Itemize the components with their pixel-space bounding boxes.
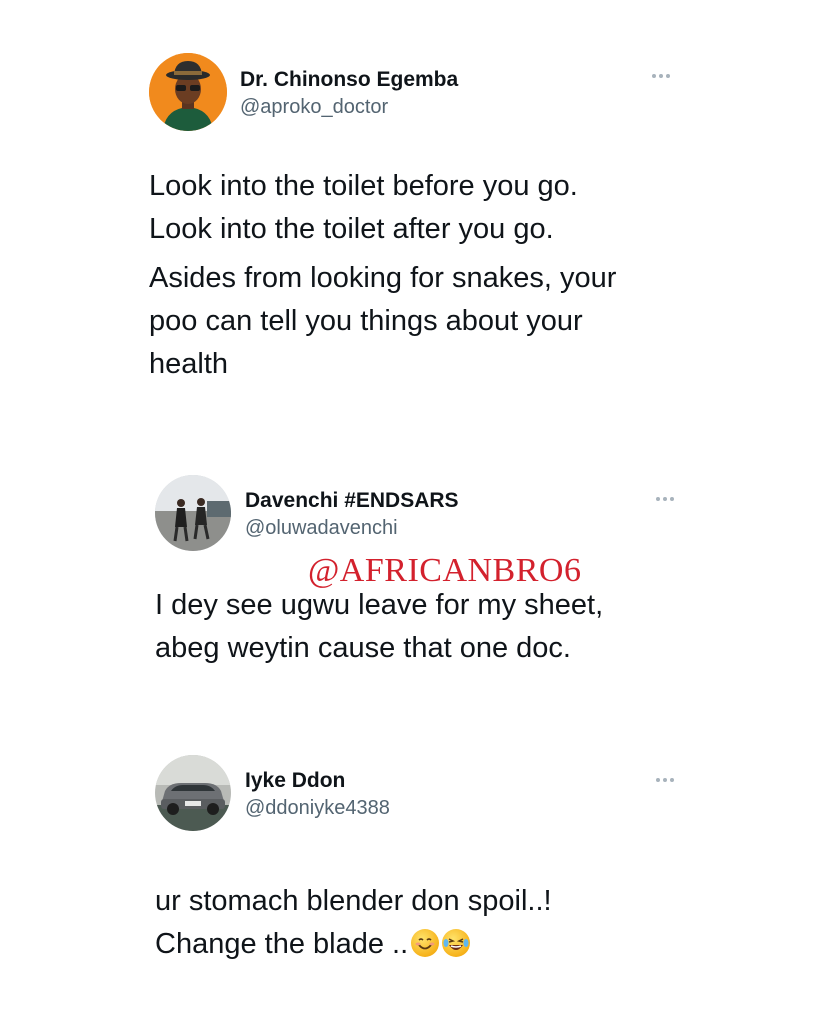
tweet-paragraph: Look into the toilet before you go. Look… — [149, 170, 578, 245]
tweet-paragraph: Asides from looking for snakes, your poo… — [149, 262, 617, 380]
tweet-text: Look into the toilet before you go. Look… — [149, 165, 709, 386]
more-options-icon[interactable] — [656, 776, 680, 784]
user-handle[interactable]: @ddoniyke4388 — [245, 797, 390, 820]
profile-photo-man-with-hat-icon — [149, 53, 227, 131]
user-handle[interactable]: @aproko_doctor — [240, 96, 388, 119]
avatar-aproko-doctor[interactable] — [149, 53, 227, 131]
user-handle[interactable]: @oluwadavenchi — [245, 517, 398, 540]
smiling-face-emoji-icon — [411, 929, 440, 957]
tweet-paragraph: I dey see ugwu leave for my sheet, abeg … — [155, 589, 604, 664]
display-name[interactable]: Davenchi #ENDSARS — [245, 489, 459, 513]
tweet-text: I dey see ugwu leave for my sheet, abeg … — [155, 584, 715, 670]
profile-photo-car-icon — [155, 755, 231, 831]
tweet-paragraph: ur stomach blender don spoil..! Change t… — [155, 885, 552, 960]
display-name[interactable]: Dr. Chinonso Egemba — [240, 68, 458, 92]
profile-photo-two-people-outdoors-icon — [155, 475, 231, 551]
more-options-icon[interactable] — [652, 72, 676, 80]
avatar-oluwadavenchi[interactable] — [155, 475, 231, 551]
more-options-icon[interactable] — [656, 495, 680, 503]
avatar-ddoniyke4388[interactable] — [155, 755, 231, 831]
tweet-text: ur stomach blender don spoil..! Change t… — [155, 880, 715, 966]
display-name[interactable]: Iyke Ddon — [245, 769, 345, 793]
tears-of-joy-emoji-icon — [442, 929, 471, 957]
